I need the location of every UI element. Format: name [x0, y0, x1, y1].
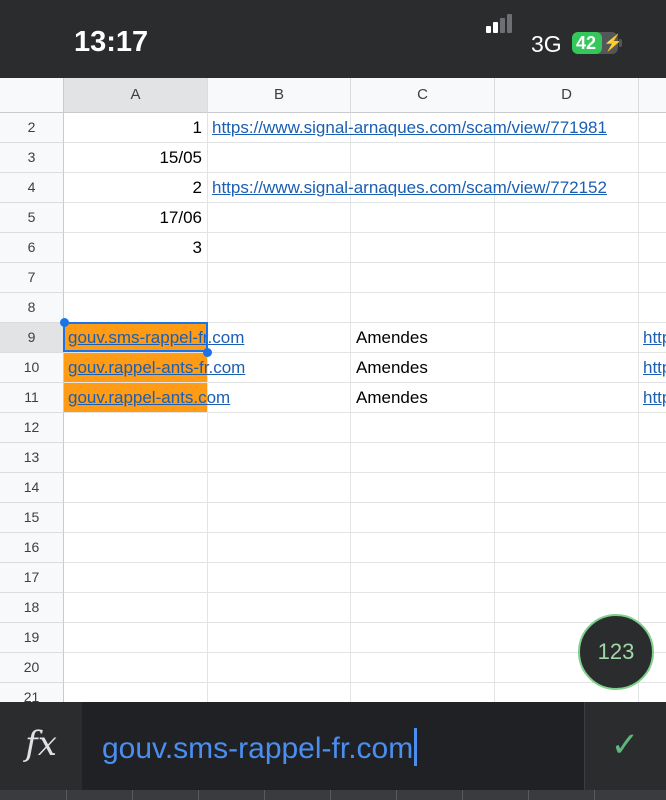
- column-header-e[interactable]: [639, 78, 666, 113]
- row-header-5[interactable]: 5: [0, 203, 64, 233]
- row-header-18[interactable]: 18: [0, 593, 64, 623]
- cell-b2-link[interactable]: https://www.signal-arnaques.com/scam/vie…: [208, 113, 666, 143]
- confirm-checkmark-icon[interactable]: ✓: [584, 702, 666, 790]
- cell-a4[interactable]: 2: [64, 173, 208, 203]
- formula-bar: fx gouv.sms-rappel-fr.com ✓: [0, 702, 666, 800]
- row-header-20[interactable]: 20: [0, 653, 64, 683]
- row-header-16[interactable]: 16: [0, 533, 64, 563]
- column-header-c[interactable]: C: [351, 78, 495, 113]
- row-header-9[interactable]: 9: [0, 323, 64, 353]
- cell-e9-link[interactable]: http: [639, 323, 666, 353]
- cell-e11-link[interactable]: http: [639, 383, 666, 413]
- row-header-4[interactable]: 4: [0, 173, 64, 203]
- battery-cap: [619, 39, 622, 47]
- row-header-15[interactable]: 15: [0, 503, 64, 533]
- select-all-corner[interactable]: [0, 78, 64, 113]
- cell-a10-link[interactable]: gouv.rappel-ants-fr.com: [64, 353, 324, 383]
- spreadsheet-grid[interactable]: A B C D 2 3 4 5 6 7 8 9 10 11 12 13 14 1…: [0, 78, 666, 702]
- row-header-11[interactable]: 11: [0, 383, 64, 413]
- battery-level: 42: [576, 33, 597, 53]
- selection-handle-bottom[interactable]: [203, 348, 212, 357]
- column-header-a[interactable]: A: [64, 78, 208, 113]
- row-header-7[interactable]: 7: [0, 263, 64, 293]
- column-header-d[interactable]: D: [495, 78, 639, 113]
- cell-b4-link[interactable]: https://www.signal-arnaques.com/scam/vie…: [208, 173, 666, 203]
- row-header-2[interactable]: 2: [0, 113, 64, 143]
- cell-a9-link[interactable]: gouv.sms-rappel-fr.com: [64, 323, 324, 353]
- status-bar: 13:17 3G 42 ⚡: [0, 0, 666, 78]
- formula-value: gouv.sms-rappel-fr.com: [102, 732, 414, 765]
- cell-a6[interactable]: 3: [64, 233, 208, 263]
- cell-a3[interactable]: 15/05: [64, 143, 208, 173]
- battery-icon: 42 ⚡: [572, 32, 623, 54]
- row-header-17[interactable]: 17: [0, 563, 64, 593]
- cell-c10[interactable]: Amendes: [351, 353, 495, 383]
- cell-e10-link[interactable]: http: [639, 353, 666, 383]
- numeric-keyboard-button[interactable]: 123: [578, 614, 654, 690]
- cell-c11[interactable]: Amendes: [351, 383, 495, 413]
- column-header-b[interactable]: B: [208, 78, 351, 113]
- row-header-10[interactable]: 10: [0, 353, 64, 383]
- text-cursor: [414, 728, 418, 766]
- cell-c9[interactable]: Amendes: [351, 323, 495, 353]
- cell-a11-link[interactable]: gouv.rappel-ants.com: [64, 383, 324, 413]
- row-header-13[interactable]: 13: [0, 443, 64, 473]
- row-header-14[interactable]: 14: [0, 473, 64, 503]
- formula-input[interactable]: gouv.sms-rappel-fr.com: [82, 702, 585, 790]
- network-type: 3G: [531, 31, 562, 57]
- cell-a2[interactable]: 1: [64, 113, 208, 143]
- cell-a5[interactable]: 17/06: [64, 203, 208, 233]
- row-header-21[interactable]: 21: [0, 683, 64, 702]
- toolbar-strip: [0, 790, 666, 800]
- status-time: 13:17: [74, 26, 149, 58]
- fx-icon[interactable]: fx: [0, 702, 83, 790]
- row-header-8[interactable]: 8: [0, 293, 64, 323]
- row-header-3[interactable]: 3: [0, 143, 64, 173]
- row-header-6[interactable]: 6: [0, 233, 64, 263]
- row-header-19[interactable]: 19: [0, 623, 64, 653]
- row-header-12[interactable]: 12: [0, 413, 64, 443]
- selection-handle-top[interactable]: [60, 318, 69, 327]
